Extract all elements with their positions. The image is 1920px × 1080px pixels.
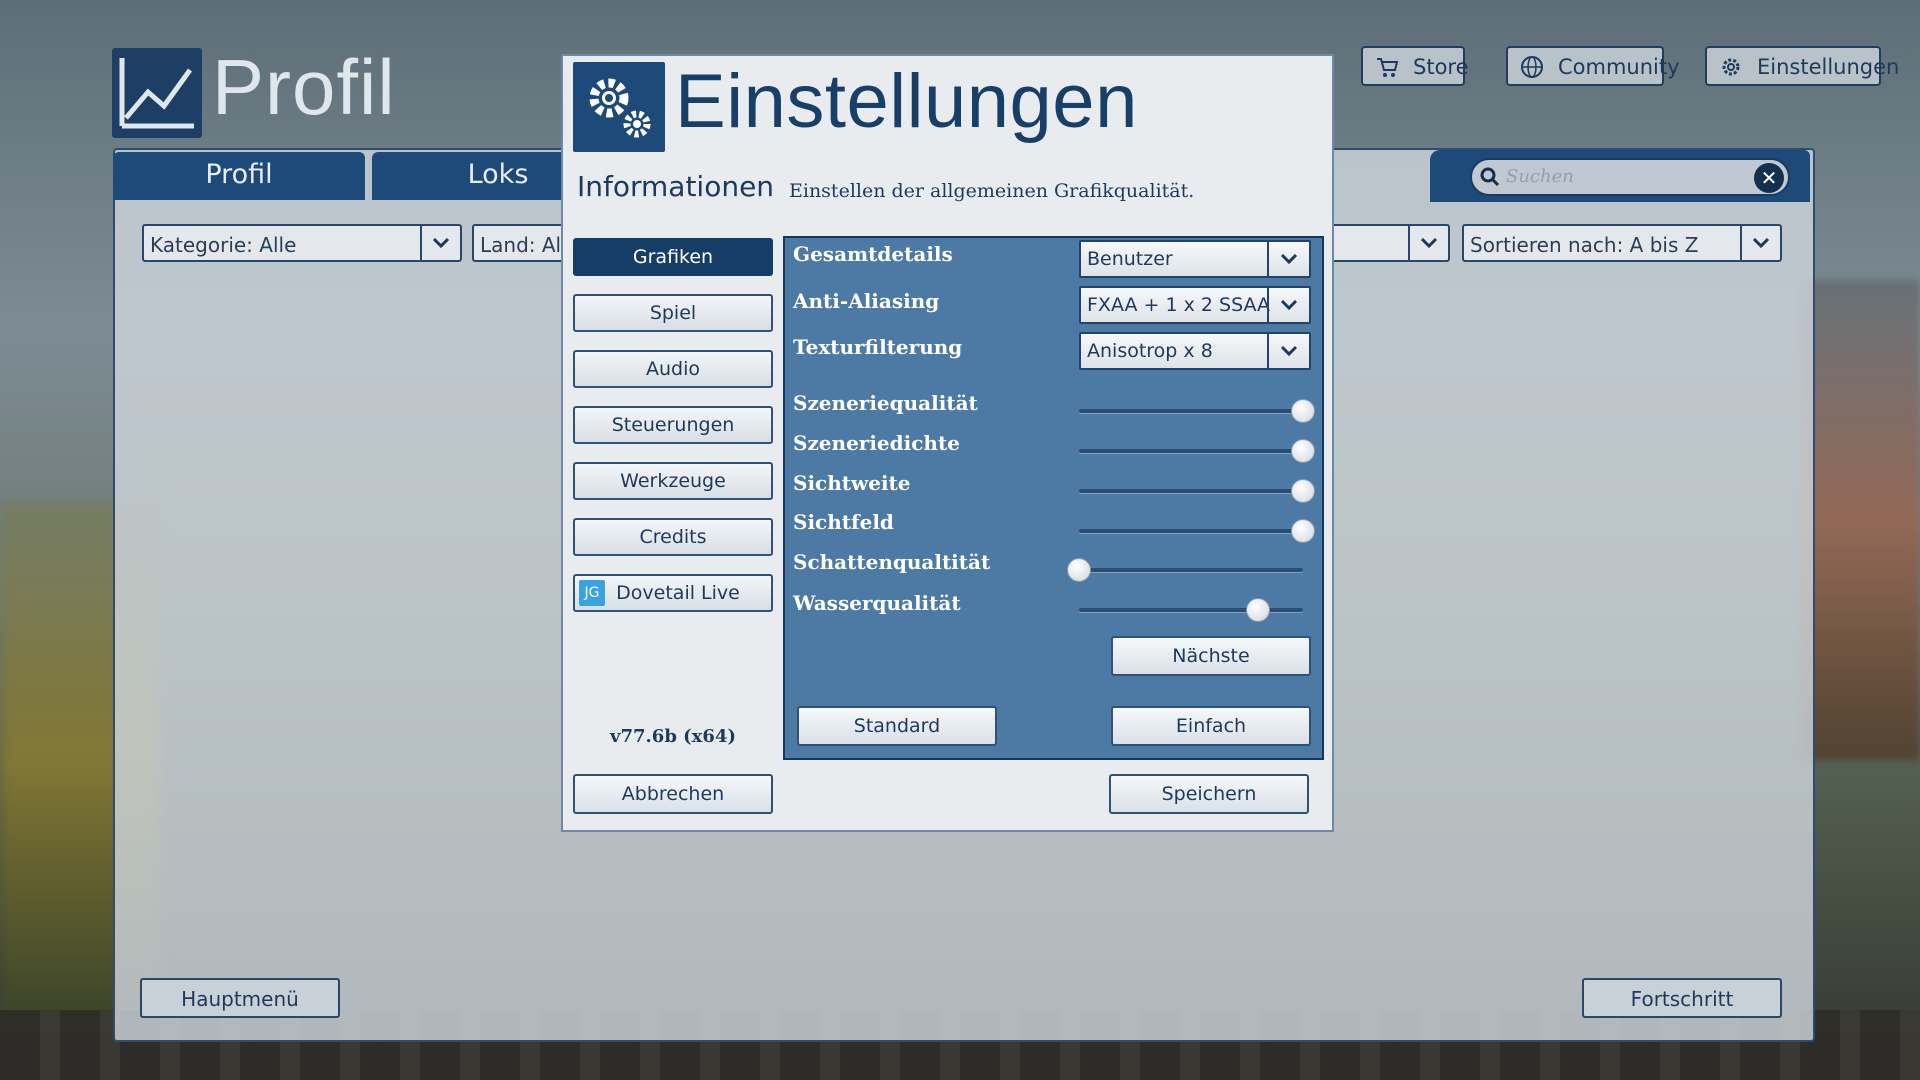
graphics-settings-panel: Gesamtdetails Benutzer Anti-Aliasing FXA… xyxy=(783,236,1324,760)
search-icon xyxy=(1480,167,1500,187)
slider-knob[interactable] xyxy=(1291,439,1315,463)
chevron-down-icon xyxy=(420,226,460,260)
store-button[interactable]: Store xyxy=(1361,46,1469,86)
slider-knob[interactable] xyxy=(1291,399,1315,423)
search-input[interactable]: Suchen ✕ xyxy=(1470,158,1790,196)
dialog-title: Einstellungen xyxy=(675,59,1138,144)
settings-button[interactable]: Einstellungen xyxy=(1705,46,1899,86)
dialog-subtitle: Informationen xyxy=(577,170,775,203)
anti-aliasing-label: Anti-Aliasing xyxy=(793,289,940,313)
tab-profil[interactable]: Profil xyxy=(113,152,365,200)
store-label: Store xyxy=(1413,55,1469,79)
sort-value: Sortieren nach: A bis Z xyxy=(1470,233,1699,257)
sort-dropdown[interactable]: Sortieren nach: A bis Z xyxy=(1462,224,1782,262)
schattenqualitaet-label: Schattenqualtität xyxy=(793,550,991,574)
sichtweite-label: Sichtweite xyxy=(793,471,911,495)
slider-knob[interactable] xyxy=(1067,558,1091,582)
szeneriequalitaet-label: Szeneriequalität xyxy=(793,391,978,415)
gears-icon xyxy=(573,62,665,152)
community-button[interactable]: Community xyxy=(1506,46,1680,86)
slider-knob[interactable] xyxy=(1291,519,1315,543)
background-scenery-right xyxy=(1800,280,1920,760)
wasserqualitaet-slider[interactable] xyxy=(1079,598,1303,622)
nav-werkzeuge[interactable]: Werkzeuge xyxy=(573,462,773,500)
settings-label: Einstellungen xyxy=(1757,55,1900,79)
sichtweite-slider[interactable] xyxy=(1079,479,1315,503)
nav-grafiken[interactable]: Grafiken xyxy=(573,238,773,276)
settings-dialog: Einstellungen Informationen Einstellen d… xyxy=(561,54,1334,832)
dialog-description: Einstellen der allgemeinen Grafikqualitä… xyxy=(789,180,1195,202)
nav-spiel[interactable]: Spiel xyxy=(573,294,773,332)
gesamtdetails-label: Gesamtdetails xyxy=(793,242,953,266)
sichtfeld-label: Sichtfeld xyxy=(793,510,894,534)
slider-knob[interactable] xyxy=(1246,598,1271,622)
category-value: Kategorie: Alle xyxy=(150,233,297,257)
texturfilterung-select[interactable]: Anisotrop x 8 xyxy=(1079,332,1311,370)
clear-search-icon[interactable]: ✕ xyxy=(1754,163,1784,193)
chevron-down-icon xyxy=(1408,226,1448,260)
gesamtdetails-select[interactable]: Benutzer xyxy=(1079,240,1311,278)
chevron-down-icon xyxy=(1267,242,1309,276)
nav-steuerungen[interactable]: Steuerungen xyxy=(573,406,773,444)
nav-audio[interactable]: Audio xyxy=(573,350,773,388)
simple-button[interactable]: Einfach xyxy=(1111,706,1311,746)
gesamtdetails-value: Benutzer xyxy=(1087,248,1173,270)
sichtfeld-slider[interactable] xyxy=(1079,519,1315,543)
version-label: v77.6b (x64) xyxy=(610,726,736,747)
dovetail-logo-icon: JG xyxy=(579,580,605,606)
nav-dovetail-label: Dovetail Live xyxy=(616,582,740,604)
save-button[interactable]: Speichern xyxy=(1109,774,1309,814)
default-button[interactable]: Standard xyxy=(797,706,997,746)
gear-icon xyxy=(1722,58,1740,76)
nav-dovetail-live[interactable]: JG Dovetail Live xyxy=(573,574,773,612)
page-title: Profil xyxy=(212,43,396,131)
anti-aliasing-select[interactable]: FXAA + 1 x 2 SSAA xyxy=(1079,286,1311,324)
schattenqualitaet-slider[interactable] xyxy=(1067,558,1303,582)
szeneriedichte-label: Szeneriedichte xyxy=(793,431,960,455)
chart-icon xyxy=(112,48,202,138)
globe-icon xyxy=(1521,56,1543,78)
main-menu-button[interactable]: Hauptmenü xyxy=(140,978,340,1018)
texturfilterung-label: Texturfilterung xyxy=(793,335,963,359)
community-label: Community xyxy=(1558,55,1680,79)
texturfilterung-value: Anisotrop x 8 xyxy=(1087,340,1213,362)
anti-aliasing-value: FXAA + 1 x 2 SSAA xyxy=(1087,294,1271,316)
nav-credits[interactable]: Credits xyxy=(573,518,773,556)
cart-icon xyxy=(1377,58,1399,77)
szeneriedichte-slider[interactable] xyxy=(1079,439,1315,463)
wasserqualitaet-label: Wasserqualität xyxy=(793,591,961,615)
slider-knob[interactable] xyxy=(1291,479,1315,503)
progress-button[interactable]: Fortschritt xyxy=(1582,978,1782,1018)
chevron-down-icon xyxy=(1267,334,1309,368)
szeneriequalitaet-slider[interactable] xyxy=(1079,399,1315,423)
category-dropdown[interactable]: Kategorie: Alle xyxy=(142,224,462,262)
search-placeholder: Suchen xyxy=(1506,166,1574,187)
cancel-button[interactable]: Abbrechen xyxy=(573,774,773,814)
next-button[interactable]: Nächste xyxy=(1111,636,1311,676)
chevron-down-icon xyxy=(1740,226,1780,260)
chevron-down-icon xyxy=(1267,288,1309,322)
